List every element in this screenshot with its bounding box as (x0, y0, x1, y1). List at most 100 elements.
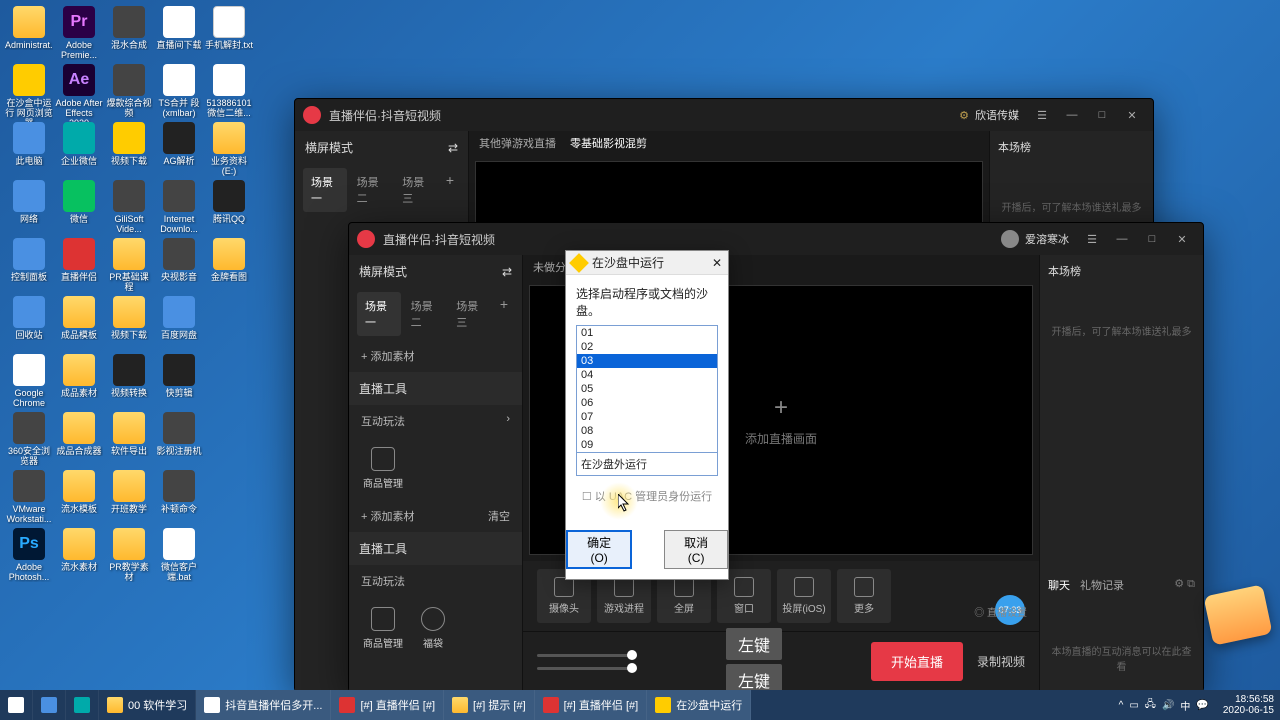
titlebar[interactable]: 直播伴侣·抖音短视频 ⚙ 欣语传媒 ☰ — □ ✕ (295, 99, 1153, 131)
mic-slider[interactable] (537, 654, 637, 657)
desktop-icon[interactable]: 腾讯QQ (205, 180, 253, 234)
volume-sliders[interactable] (537, 644, 637, 680)
tray-net-icon[interactable]: 🖧 (1145, 697, 1156, 714)
desktop-icon[interactable]: PsAdobe Photosh... (5, 528, 53, 582)
record-button[interactable]: 录制视频 (977, 653, 1025, 670)
taskbar-item[interactable]: 在沙盘中运行 (647, 690, 751, 720)
desktop-icon[interactable]: 流水素材 (55, 528, 103, 582)
desktop-icon[interactable]: VMware Workstati... (5, 470, 53, 524)
user-badge[interactable]: 爱溶寒冰 (1001, 230, 1069, 248)
desktop-icon[interactable]: GiliSoft Vide... (105, 180, 153, 234)
desktop-icon[interactable]: 混水合成 (105, 6, 153, 60)
desktop-icon[interactable]: AG解析 (155, 122, 203, 176)
interact-row[interactable]: 互动玩法› (349, 405, 522, 437)
sandbox-list-item[interactable]: 04 (577, 368, 717, 382)
taskbar-item[interactable]: [#] 直播伴侣 [#] (535, 690, 648, 720)
bless-button[interactable]: 福袋 (421, 607, 445, 650)
sandbox-list-item[interactable]: 02 (577, 340, 717, 354)
uac-checkbox[interactable]: ☐ 以 UAC 管理员身份运行 (576, 488, 718, 504)
desktop-icon[interactable]: 爆款综合视频 (105, 64, 153, 118)
live-setting-link[interactable]: ◎ 直播设置 (974, 604, 1027, 619)
desktop-icon[interactable]: 央视影音 (155, 238, 203, 292)
sandbox-list-item[interactable]: 07 (577, 410, 717, 424)
desktop-icon[interactable]: 百度网盘 (155, 296, 203, 350)
clock[interactable]: 18:56:58 2020-06-15 (1217, 694, 1280, 716)
source-button[interactable]: 更多 (837, 569, 891, 623)
system-tray[interactable]: ^ ▭ 🖧 🔊 中 💬 (1111, 697, 1217, 714)
titlebar[interactable]: 直播伴侣·抖音短视频 爱溶寒冰 ☰ — □ ✕ (349, 223, 1203, 255)
gift-tab[interactable]: 礼物记录 (1080, 577, 1124, 593)
desktop-icon[interactable]: 补顿命令 (155, 470, 203, 524)
scene-tab-2[interactable]: 场景二 (403, 292, 447, 336)
desktop-icon[interactable]: 微信客户端.bat (155, 528, 203, 582)
sandbox-list-item[interactable]: 06 (577, 396, 717, 410)
add-scene-button[interactable]: + (440, 168, 460, 212)
desktop-icon[interactable]: 成品素材 (55, 354, 103, 408)
desktop-icon[interactable]: PR基础课程 (105, 238, 153, 292)
add-canvas-icon[interactable]: + (745, 394, 817, 422)
interact-row-2[interactable]: 互动玩法 (349, 565, 522, 597)
desktop-icon[interactable]: 软件导出 (105, 412, 153, 466)
start-live-button[interactable]: 开始直播 (871, 642, 963, 681)
scene-tab-3[interactable]: 场景三 (394, 168, 438, 212)
close-button[interactable]: ✕ (1119, 104, 1145, 126)
close-button[interactable]: ✕ (1169, 228, 1195, 250)
clear-button[interactable]: 清空 (488, 508, 510, 524)
ok-button[interactable]: 确定(O) (566, 530, 632, 569)
chat-tab[interactable]: 聊天 (1048, 577, 1070, 593)
desktop-icon[interactable]: 开班教学 (105, 470, 153, 524)
tray-msg-icon[interactable]: 💬 (1196, 700, 1208, 711)
sandbox-list-item[interactable]: 09 (577, 438, 717, 452)
maximize-button[interactable]: □ (1139, 228, 1165, 250)
start-button[interactable] (0, 690, 33, 720)
taskbar-item[interactable]: 00 软件学习 (99, 690, 196, 720)
cancel-button[interactable]: 取消(C) (664, 530, 728, 569)
desktop-icon[interactable]: 在沙盒中运行 网页浏览器 (5, 64, 53, 118)
scene-tab-3[interactable]: 场景三 (448, 292, 492, 336)
desktop-icon[interactable]: 成品模板 (55, 296, 103, 350)
sandbox-list-item[interactable]: 05 (577, 382, 717, 396)
tray-vol-icon[interactable]: 🔊 (1162, 700, 1174, 711)
chat-settings-icon[interactable]: ⚙ ⧉ (1174, 577, 1195, 593)
top-tab-video[interactable]: 零基础影视混剪 (570, 135, 647, 151)
scene-tab-1[interactable]: 场景一 (357, 292, 401, 336)
desktop-icon[interactable]: Internet Downlo... (155, 180, 203, 234)
source-button[interactable]: 投屏(iOS) (777, 569, 831, 623)
desktop-icon[interactable]: 流水模板 (55, 470, 103, 524)
dialog-close-button[interactable]: ✕ (712, 256, 722, 270)
desktop-icon[interactable]: 视频下载 (105, 296, 153, 350)
desktop-icon[interactable]: 控制面板 (5, 238, 53, 292)
desktop-icon[interactable]: AeAdobe After Effects 2020 (55, 64, 103, 118)
dialog-titlebar[interactable]: 在沙盘中运行 ✕ (566, 251, 728, 275)
swap-icon[interactable]: ⇄ (502, 265, 512, 279)
desktop-icon[interactable]: 快剪辑 (155, 354, 203, 408)
float-badge[interactable] (1203, 584, 1272, 645)
speaker-slider[interactable] (537, 667, 637, 670)
desktop-icon[interactable]: 此电脑 (5, 122, 53, 176)
desktop-icon[interactable]: 直播间下载 (155, 6, 203, 60)
top-tab-other[interactable]: 其他弹游戏直播 (479, 135, 556, 151)
scene-tab-2[interactable]: 场景二 (349, 168, 393, 212)
shop-button[interactable]: 商品管理 (363, 447, 403, 490)
desktop-icon[interactable]: 成品合成器 (55, 412, 103, 466)
taskbar-item[interactable]: 抖音直播伴侣多开... (196, 690, 331, 720)
desktop-icon[interactable]: 网络 (5, 180, 53, 234)
tray-up-icon[interactable]: ^ (1119, 700, 1124, 711)
sandbox-list[interactable]: 01020304050607080910DefaultBox (576, 325, 718, 453)
desktop-icon[interactable]: 视频下载 (105, 122, 153, 176)
desktop-icon[interactable]: Administrat... (5, 6, 53, 60)
desktop-icon[interactable]: 影视注册机 (155, 412, 203, 466)
add-source-row[interactable]: + 添加素材 (349, 340, 522, 372)
desktop-icon[interactable]: 金牌看图 (205, 238, 253, 292)
shop-button-2[interactable]: 商品管理 (363, 607, 403, 650)
scene-tab-1[interactable]: 场景一 (303, 168, 347, 212)
desktop-icon[interactable]: 手机解封.txt (205, 6, 253, 60)
add-source-row-2[interactable]: + 添加素材清空 (349, 500, 522, 532)
sandbox-list-item[interactable]: 08 (577, 424, 717, 438)
user-badge[interactable]: ⚙ 欣语传媒 (959, 107, 1019, 123)
desktop-icon[interactable]: 直播伴侣 (55, 238, 103, 292)
maximize-button[interactable]: □ (1089, 104, 1115, 126)
tray-ime-icon[interactable]: 中 (1180, 698, 1190, 713)
desktop-icon[interactable]: 513886101 微信二维... (205, 64, 253, 118)
minimize-button[interactable]: — (1059, 104, 1085, 126)
